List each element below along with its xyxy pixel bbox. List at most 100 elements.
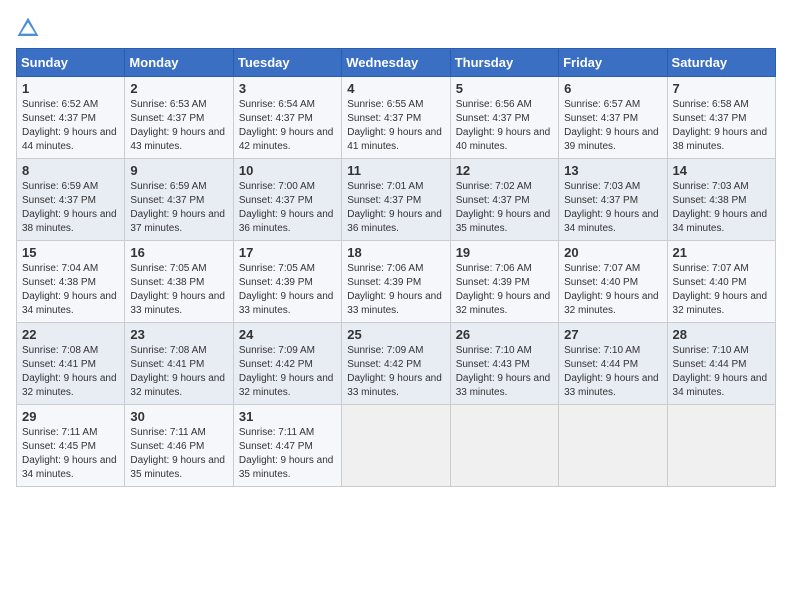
cell-info: Sunrise: 7:06 AMSunset: 4:39 PMDaylight:… [456,263,551,316]
calendar-week-row: 22 Sunrise: 7:08 AMSunset: 4:41 PMDaylig… [17,323,776,405]
cell-info: Sunrise: 6:57 AMSunset: 4:37 PMDaylight:… [564,99,659,152]
cell-info: Sunrise: 7:10 AMSunset: 4:43 PMDaylight:… [456,345,551,398]
cell-info: Sunrise: 6:58 AMSunset: 4:37 PMDaylight:… [673,99,768,152]
cell-info: Sunrise: 7:08 AMSunset: 4:41 PMDaylight:… [22,345,117,398]
day-number: 10 [239,163,336,178]
calendar-cell: 30 Sunrise: 7:11 AMSunset: 4:46 PMDaylig… [125,405,233,487]
calendar-cell [667,405,775,487]
cell-info: Sunrise: 7:06 AMSunset: 4:39 PMDaylight:… [347,263,442,316]
cell-info: Sunrise: 7:03 AMSunset: 4:37 PMDaylight:… [564,181,659,234]
calendar-cell: 27 Sunrise: 7:10 AMSunset: 4:44 PMDaylig… [559,323,667,405]
day-number: 27 [564,327,661,342]
calendar-cell: 25 Sunrise: 7:09 AMSunset: 4:42 PMDaylig… [342,323,450,405]
day-number: 1 [22,81,119,96]
day-number: 22 [22,327,119,342]
calendar-cell: 29 Sunrise: 7:11 AMSunset: 4:45 PMDaylig… [17,405,125,487]
cell-info: Sunrise: 6:53 AMSunset: 4:37 PMDaylight:… [130,99,225,152]
cell-info: Sunrise: 6:55 AMSunset: 4:37 PMDaylight:… [347,99,442,152]
weekday-header: Saturday [667,49,775,77]
calendar-cell: 8 Sunrise: 6:59 AMSunset: 4:37 PMDayligh… [17,159,125,241]
logo-icon [16,16,40,40]
day-number: 21 [673,245,770,260]
day-number: 5 [456,81,553,96]
calendar-cell: 3 Sunrise: 6:54 AMSunset: 4:37 PMDayligh… [233,77,341,159]
calendar-cell: 18 Sunrise: 7:06 AMSunset: 4:39 PMDaylig… [342,241,450,323]
cell-info: Sunrise: 7:01 AMSunset: 4:37 PMDaylight:… [347,181,442,234]
calendar-week-row: 8 Sunrise: 6:59 AMSunset: 4:37 PMDayligh… [17,159,776,241]
weekday-header: Monday [125,49,233,77]
day-number: 18 [347,245,444,260]
cell-info: Sunrise: 7:05 AMSunset: 4:39 PMDaylight:… [239,263,334,316]
calendar-cell: 9 Sunrise: 6:59 AMSunset: 4:37 PMDayligh… [125,159,233,241]
weekday-header: Tuesday [233,49,341,77]
day-number: 13 [564,163,661,178]
calendar-cell: 28 Sunrise: 7:10 AMSunset: 4:44 PMDaylig… [667,323,775,405]
weekday-header: Friday [559,49,667,77]
calendar-table: SundayMondayTuesdayWednesdayThursdayFrid… [16,48,776,487]
calendar-cell: 1 Sunrise: 6:52 AMSunset: 4:37 PMDayligh… [17,77,125,159]
day-number: 7 [673,81,770,96]
calendar-cell: 5 Sunrise: 6:56 AMSunset: 4:37 PMDayligh… [450,77,558,159]
day-number: 30 [130,409,227,424]
weekday-header: Sunday [17,49,125,77]
cell-info: Sunrise: 7:02 AMSunset: 4:37 PMDaylight:… [456,181,551,234]
cell-info: Sunrise: 7:09 AMSunset: 4:42 PMDaylight:… [239,345,334,398]
day-number: 20 [564,245,661,260]
day-number: 8 [22,163,119,178]
calendar-week-row: 29 Sunrise: 7:11 AMSunset: 4:45 PMDaylig… [17,405,776,487]
page-header [16,16,776,40]
day-number: 6 [564,81,661,96]
calendar-week-row: 1 Sunrise: 6:52 AMSunset: 4:37 PMDayligh… [17,77,776,159]
day-number: 24 [239,327,336,342]
cell-info: Sunrise: 7:00 AMSunset: 4:37 PMDaylight:… [239,181,334,234]
calendar-cell: 14 Sunrise: 7:03 AMSunset: 4:38 PMDaylig… [667,159,775,241]
calendar-week-row: 15 Sunrise: 7:04 AMSunset: 4:38 PMDaylig… [17,241,776,323]
calendar-cell: 13 Sunrise: 7:03 AMSunset: 4:37 PMDaylig… [559,159,667,241]
day-number: 26 [456,327,553,342]
calendar-cell: 26 Sunrise: 7:10 AMSunset: 4:43 PMDaylig… [450,323,558,405]
weekday-header: Thursday [450,49,558,77]
day-number: 31 [239,409,336,424]
cell-info: Sunrise: 7:04 AMSunset: 4:38 PMDaylight:… [22,263,117,316]
day-number: 19 [456,245,553,260]
calendar-cell: 10 Sunrise: 7:00 AMSunset: 4:37 PMDaylig… [233,159,341,241]
cell-info: Sunrise: 7:07 AMSunset: 4:40 PMDaylight:… [564,263,659,316]
cell-info: Sunrise: 6:54 AMSunset: 4:37 PMDaylight:… [239,99,334,152]
day-number: 17 [239,245,336,260]
cell-info: Sunrise: 7:10 AMSunset: 4:44 PMDaylight:… [564,345,659,398]
cell-info: Sunrise: 6:59 AMSunset: 4:37 PMDaylight:… [130,181,225,234]
day-number: 4 [347,81,444,96]
day-number: 25 [347,327,444,342]
calendar-cell: 31 Sunrise: 7:11 AMSunset: 4:47 PMDaylig… [233,405,341,487]
calendar-cell: 15 Sunrise: 7:04 AMSunset: 4:38 PMDaylig… [17,241,125,323]
cell-info: Sunrise: 7:11 AMSunset: 4:45 PMDaylight:… [22,427,117,480]
day-number: 3 [239,81,336,96]
weekday-header: Wednesday [342,49,450,77]
cell-info: Sunrise: 7:08 AMSunset: 4:41 PMDaylight:… [130,345,225,398]
cell-info: Sunrise: 7:11 AMSunset: 4:46 PMDaylight:… [130,427,225,480]
calendar-cell [342,405,450,487]
calendar-cell [450,405,558,487]
calendar-cell: 11 Sunrise: 7:01 AMSunset: 4:37 PMDaylig… [342,159,450,241]
day-number: 15 [22,245,119,260]
weekday-header-row: SundayMondayTuesdayWednesdayThursdayFrid… [17,49,776,77]
calendar-cell: 4 Sunrise: 6:55 AMSunset: 4:37 PMDayligh… [342,77,450,159]
cell-info: Sunrise: 7:10 AMSunset: 4:44 PMDaylight:… [673,345,768,398]
day-number: 12 [456,163,553,178]
calendar-cell: 12 Sunrise: 7:02 AMSunset: 4:37 PMDaylig… [450,159,558,241]
logo [16,16,44,40]
calendar-cell: 6 Sunrise: 6:57 AMSunset: 4:37 PMDayligh… [559,77,667,159]
day-number: 14 [673,163,770,178]
cell-info: Sunrise: 6:52 AMSunset: 4:37 PMDaylight:… [22,99,117,152]
cell-info: Sunrise: 7:03 AMSunset: 4:38 PMDaylight:… [673,181,768,234]
cell-info: Sunrise: 7:09 AMSunset: 4:42 PMDaylight:… [347,345,442,398]
cell-info: Sunrise: 7:05 AMSunset: 4:38 PMDaylight:… [130,263,225,316]
day-number: 29 [22,409,119,424]
calendar-cell: 19 Sunrise: 7:06 AMSunset: 4:39 PMDaylig… [450,241,558,323]
calendar-cell: 23 Sunrise: 7:08 AMSunset: 4:41 PMDaylig… [125,323,233,405]
calendar-cell: 2 Sunrise: 6:53 AMSunset: 4:37 PMDayligh… [125,77,233,159]
day-number: 9 [130,163,227,178]
cell-info: Sunrise: 6:56 AMSunset: 4:37 PMDaylight:… [456,99,551,152]
day-number: 28 [673,327,770,342]
calendar-cell: 16 Sunrise: 7:05 AMSunset: 4:38 PMDaylig… [125,241,233,323]
